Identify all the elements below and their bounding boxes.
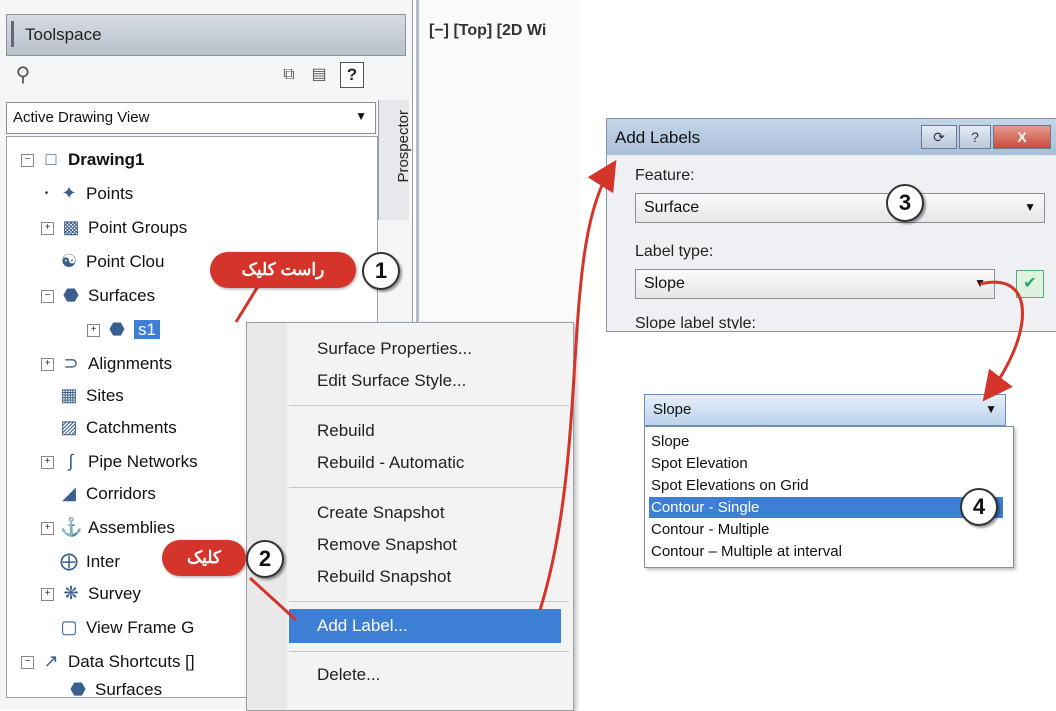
annotation-arrows bbox=[234, 159, 1024, 622]
callout-right-click-text: راست کلیک bbox=[210, 252, 356, 288]
callout2-pointer bbox=[248, 576, 298, 622]
arrow-to-dialog bbox=[538, 159, 617, 611]
callout-step-3: 3 bbox=[886, 184, 924, 222]
callout-step-4: 4 bbox=[960, 488, 998, 526]
callout-click-text: کلیک bbox=[162, 540, 246, 576]
arrow-to-dropdown bbox=[979, 280, 1024, 402]
callout-step-1: 1 bbox=[362, 252, 400, 290]
callout-step-2: 2 bbox=[246, 540, 284, 578]
